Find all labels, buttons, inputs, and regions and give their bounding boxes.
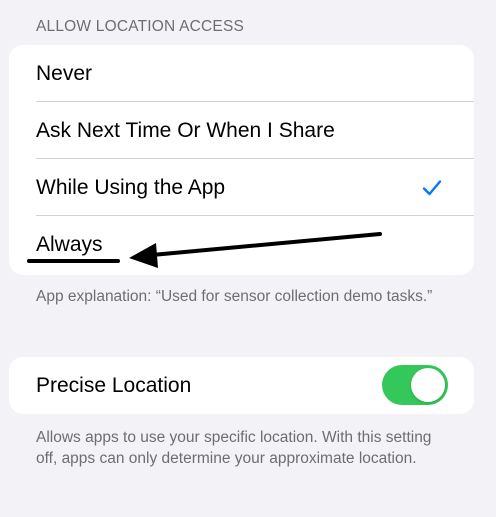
precise-location-label: Precise Location <box>36 373 192 397</box>
option-always[interactable]: Always <box>9 216 474 273</box>
toggle-knob <box>411 368 445 402</box>
section-header-allow-location-access: ALLOW LOCATION ACCESS <box>36 18 245 35</box>
precise-location-row: Precise Location <box>9 357 474 414</box>
precise-location-group: Precise Location <box>9 357 474 414</box>
location-access-options-group: Never Ask Next Time Or When I Share Whil… <box>9 45 474 275</box>
option-label: Ask Next Time Or When I Share <box>36 118 335 142</box>
precise-location-footer: Allows apps to use your specific locatio… <box>36 429 432 467</box>
option-never[interactable]: Never <box>9 45 474 102</box>
option-ask-next-time[interactable]: Ask Next Time Or When I Share <box>9 102 474 159</box>
checkmark-icon <box>422 179 442 195</box>
option-label: Never <box>36 61 93 85</box>
option-while-using-the-app[interactable]: While Using the App <box>9 159 474 216</box>
location-access-footer: App explanation: “Used for sensor collec… <box>36 288 433 305</box>
precise-location-toggle[interactable] <box>382 365 448 405</box>
option-label: While Using the App <box>36 175 226 199</box>
option-label: Always <box>36 232 103 256</box>
